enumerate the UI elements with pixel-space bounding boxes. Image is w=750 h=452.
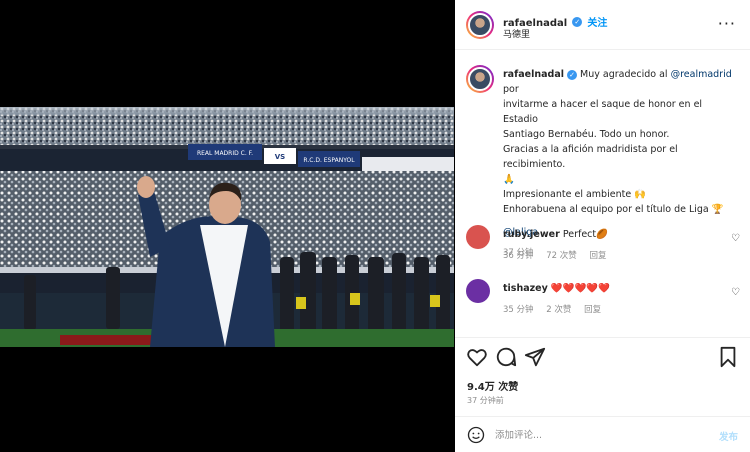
caption-por: por [503, 84, 519, 95]
post-header: rafaelnadal ✓ 关注 马德里 ··· [455, 0, 750, 50]
comment-text: ❤️❤️❤️❤️❤️ [550, 283, 610, 294]
likes-count[interactable]: 9.4万 次赞 [467, 378, 518, 393]
comment-likes[interactable]: 72 次赞 [546, 251, 577, 261]
more-options-icon[interactable]: ··· [718, 14, 736, 33]
commenter-avatar[interactable] [466, 225, 490, 249]
post-comment-button[interactable]: 发布 [719, 429, 738, 443]
caption-line-6: Impresionante el ambiente 🙌 [503, 189, 647, 200]
verified-badge-icon: ✓ [572, 16, 583, 27]
reply-button[interactable]: 回复 [589, 251, 606, 261]
comment-meta: 36 分钟 72 次赞 回复 [503, 249, 616, 261]
post-photo[interactable]: REAL MADRID C. F. VS R.C.D. ESPANYOL [0, 107, 454, 347]
save-bookmark-icon[interactable] [717, 346, 739, 368]
caption-line-1: Muy agradecido al [580, 69, 671, 80]
mention-realmadrid[interactable]: @realmadrid [671, 69, 732, 80]
comment-time: 36 分钟 [503, 251, 534, 261]
comment-text-line: ruby.jewer Perfect🏉 [503, 229, 608, 240]
caption-line-7: Enhorabuena al equipo por el título de L… [503, 204, 724, 215]
stadium-photo-illustration: REAL MADRID C. F. VS R.C.D. ESPANYOL [0, 107, 454, 347]
caption-avatar[interactable] [466, 65, 494, 93]
post-media-area: REAL MADRID C. F. VS R.C.D. ESPANYOL [0, 0, 454, 452]
author-avatar[interactable] [466, 11, 494, 39]
banner-left-text: REAL MADRID C. F. [197, 150, 253, 157]
add-comment-bar: 发布 [455, 416, 750, 452]
follow-button[interactable]: 关注 [587, 18, 607, 29]
commenter-username[interactable]: ruby.jewer [503, 229, 560, 240]
posted-time: 37 分钟前 [467, 396, 504, 405]
caption-line-3: Santiago Bernabéu. Todo un honor. [503, 129, 670, 140]
comments-section: rafaelnadal ✓ Muy agradecido al @realmad… [455, 51, 750, 337]
share-send-icon[interactable] [524, 346, 546, 368]
comment-bubble-icon[interactable] [495, 346, 517, 368]
banner-vs-text: VS [275, 153, 285, 161]
like-comment-heart-icon[interactable]: ♡ [731, 233, 740, 244]
post-info-panel: rafaelnadal ✓ 关注 马德里 ··· rafaelnadal ✓ M… [455, 0, 750, 452]
comment-input[interactable] [495, 426, 695, 444]
caption-line-2: invitarme a hacer el saque de honor en e… [503, 99, 703, 125]
caption-line-4: Gracias a la afición madridista por el r… [503, 144, 678, 170]
comment-text: Perfect🏉 [562, 229, 608, 240]
comment-time: 35 分钟 [503, 305, 534, 315]
post-location[interactable]: 马德里 [503, 27, 530, 40]
comment-likes[interactable]: 2 次赞 [546, 305, 571, 315]
like-comment-heart-icon[interactable]: ♡ [731, 287, 740, 298]
commenter-username[interactable]: tishazey [503, 283, 548, 294]
caption-username[interactable]: rafaelnadal [503, 69, 564, 80]
emoji-smiley-icon[interactable] [467, 426, 485, 444]
commenter-avatar[interactable] [466, 279, 490, 303]
comment-text-line: tishazey ❤️❤️❤️❤️❤️ [503, 283, 610, 294]
like-heart-icon[interactable] [466, 346, 488, 368]
caption-line-5: 🙏 [503, 174, 515, 185]
banner-right-text: R.C.D. ESPANYOL [303, 157, 355, 164]
reply-button[interactable]: 回复 [584, 305, 601, 315]
comment-meta: 35 分钟 2 次赞 回复 [503, 303, 611, 315]
caption-verified-badge-icon: ✓ [567, 69, 578, 80]
